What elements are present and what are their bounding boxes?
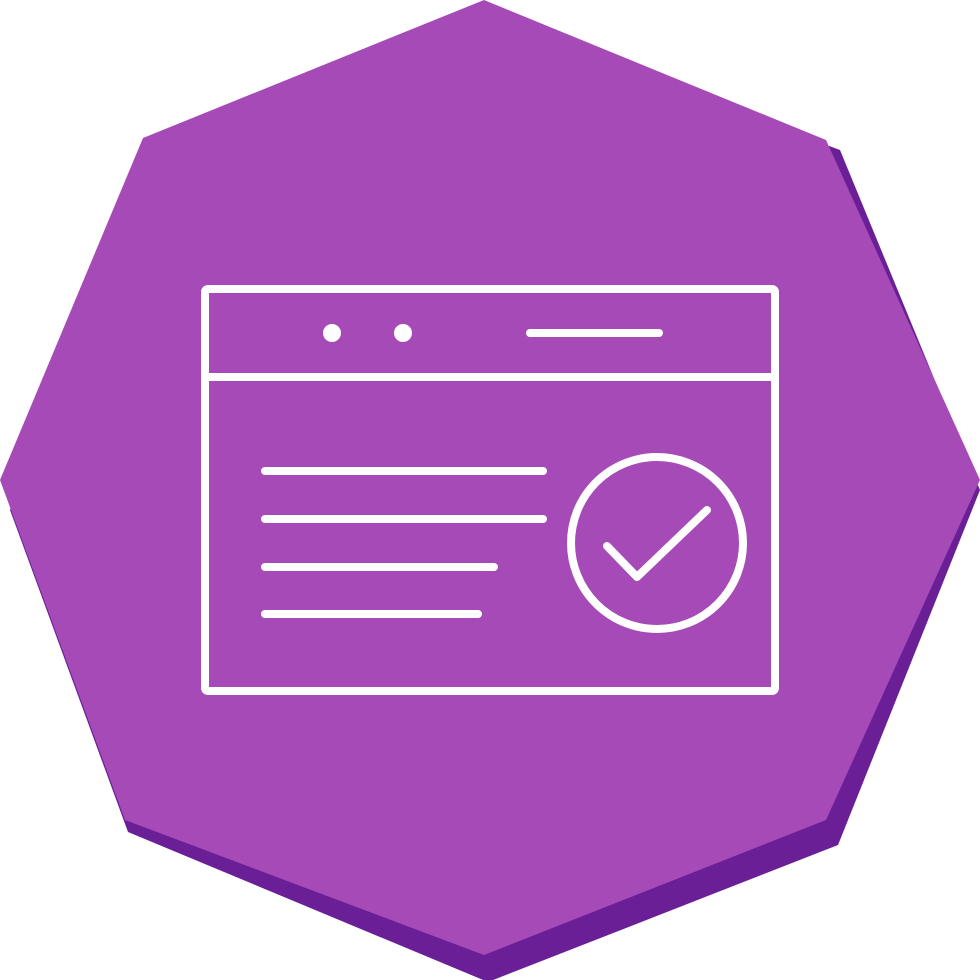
window-dot-icon <box>394 324 412 342</box>
window-dot-icon <box>323 324 341 342</box>
icon-stage <box>0 0 980 980</box>
website-verified-icon <box>0 0 980 980</box>
